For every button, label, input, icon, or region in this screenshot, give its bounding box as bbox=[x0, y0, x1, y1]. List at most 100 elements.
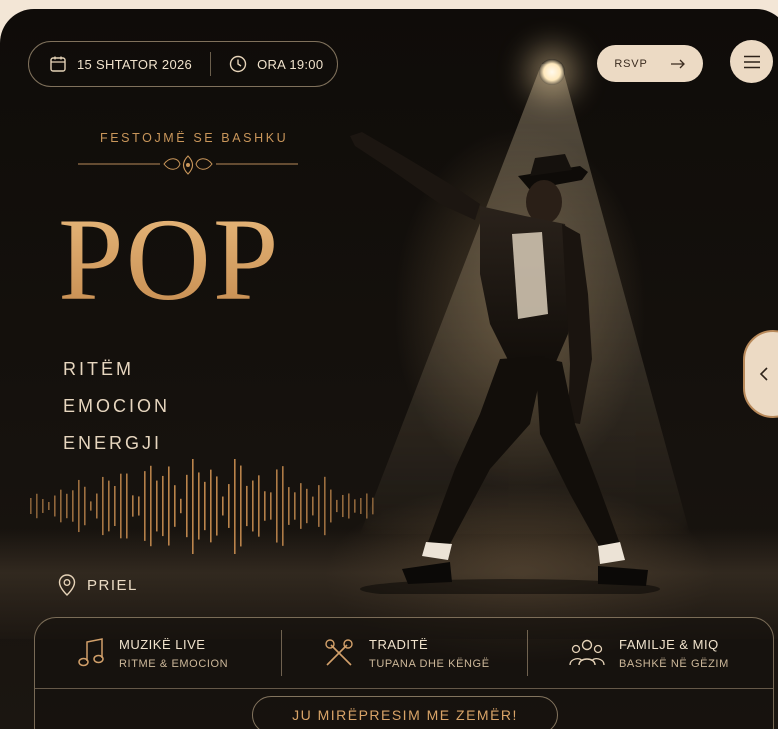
sound-wave-bar bbox=[234, 459, 236, 554]
welcome-button[interactable]: JU MIRËPRESIM ME ZEMËR! bbox=[252, 696, 558, 729]
hero-word: RITËM bbox=[63, 359, 134, 379]
date-time-pill: 15 SHTATOR 2026 ORA 19:00 bbox=[28, 41, 338, 87]
hero-title: POP bbox=[58, 194, 281, 325]
sound-wave-bar bbox=[216, 476, 218, 536]
hero-kicker: FESTOJMË SE BASHKU bbox=[100, 131, 289, 145]
sound-wave-bar bbox=[126, 473, 128, 539]
panel-divider bbox=[35, 688, 773, 689]
side-collapse-tab[interactable] bbox=[743, 330, 778, 418]
sound-wave-bar bbox=[306, 488, 308, 524]
sound-wave-bar bbox=[252, 480, 254, 532]
sound-wave-bar bbox=[90, 501, 92, 511]
sound-wave-bar bbox=[336, 499, 338, 513]
feature-family: FAMILJE & MIQ BASHKË NË GËZIM bbox=[527, 618, 773, 688]
sound-wave-bar bbox=[204, 481, 206, 531]
map-pin-icon bbox=[58, 574, 76, 596]
sound-wave-bar bbox=[108, 480, 110, 532]
feature-title: MUZIKË LIVE bbox=[119, 636, 206, 652]
sound-wave-bar bbox=[186, 474, 188, 538]
sound-wave-bar bbox=[162, 475, 164, 537]
sound-wave-bar bbox=[84, 486, 86, 526]
spotlight-lamp bbox=[539, 59, 565, 85]
menu-button[interactable] bbox=[730, 40, 773, 83]
location-label: PRIEL bbox=[87, 576, 138, 594]
chevron-left-icon bbox=[759, 367, 768, 381]
sound-wave-bar bbox=[66, 493, 68, 519]
sound-wave-bar bbox=[48, 502, 50, 510]
drumsticks-icon bbox=[325, 639, 353, 666]
sound-wave-bar bbox=[366, 493, 368, 519]
sound-wave-bar bbox=[180, 498, 182, 514]
hero-words: RITËM EMOCION ENERGJI bbox=[63, 351, 170, 462]
clock-icon bbox=[229, 55, 247, 73]
sound-wave-bar bbox=[270, 492, 272, 520]
sound-wave-bar bbox=[138, 496, 140, 516]
ornament-divider bbox=[78, 155, 298, 175]
feature-subtitle: TUPANA DHE KËNGË bbox=[369, 657, 490, 670]
sound-wave-bar bbox=[54, 495, 56, 517]
sound-wave-bar bbox=[330, 489, 332, 523]
sound-wave-bar bbox=[294, 492, 296, 520]
feature-tradition: TRADITË TUPANA DHE KËNGË bbox=[281, 618, 527, 688]
sound-wave-bar bbox=[192, 459, 194, 554]
hero-word: ENERGJI bbox=[63, 433, 163, 453]
sound-wave-bar bbox=[168, 466, 170, 546]
sound-wave-bar bbox=[96, 493, 98, 519]
sound-wave-bar bbox=[144, 471, 146, 541]
sound-wave-graphic bbox=[30, 459, 374, 554]
music-note-icon bbox=[78, 638, 104, 667]
sound-wave-bar bbox=[324, 476, 326, 536]
sound-wave-bar bbox=[276, 469, 278, 543]
hero-word: EMOCION bbox=[63, 396, 171, 416]
sound-wave-bar bbox=[72, 490, 74, 522]
sound-wave-bar bbox=[222, 496, 224, 516]
sound-wave-bar bbox=[102, 476, 104, 536]
location-row: PRIEL bbox=[58, 574, 138, 596]
sound-wave-bar bbox=[120, 473, 122, 539]
event-time: ORA 19:00 bbox=[257, 56, 324, 72]
time-segment: ORA 19:00 bbox=[229, 55, 323, 73]
rsvp-label: RSVP bbox=[614, 57, 648, 70]
sound-wave-bar bbox=[42, 499, 44, 513]
sound-wave-bar bbox=[264, 491, 266, 521]
calendar-icon bbox=[50, 56, 66, 72]
feature-title: TRADITË bbox=[369, 636, 429, 652]
date-segment: 15 SHTATOR 2026 bbox=[49, 55, 192, 73]
pill-divider bbox=[210, 52, 212, 76]
sound-wave-bar bbox=[114, 486, 116, 526]
rsvp-button[interactable]: RSVP bbox=[597, 45, 703, 82]
feature-subtitle: RITME & EMOCION bbox=[119, 657, 229, 670]
feature-text: FAMILJE & MIQ BASHKË NË GËZIM bbox=[619, 637, 729, 670]
sound-wave-bar bbox=[30, 498, 32, 514]
sound-wave-bar bbox=[312, 496, 314, 516]
feature-title: FAMILJE & MIQ bbox=[619, 636, 719, 652]
sound-wave-bar bbox=[228, 484, 230, 528]
sound-wave-bar bbox=[300, 483, 302, 529]
event-date: 15 SHTATOR 2026 bbox=[77, 56, 193, 72]
sound-wave-bar bbox=[198, 472, 200, 540]
features-row: MUZIKË LIVE RITME & EMOCION TRADITË TUPA… bbox=[35, 618, 773, 688]
feature-text: MUZIKË LIVE RITME & EMOCION bbox=[119, 637, 228, 670]
sound-wave-bar bbox=[318, 485, 320, 527]
sound-wave-bar bbox=[174, 485, 176, 527]
sound-wave-bar bbox=[210, 469, 212, 543]
sound-wave-bar bbox=[36, 493, 38, 519]
sound-wave-bar bbox=[258, 475, 260, 537]
sound-wave-bar bbox=[342, 494, 344, 518]
sound-wave-bar bbox=[60, 489, 62, 523]
sound-wave-bar bbox=[360, 498, 362, 514]
sound-wave-bar bbox=[354, 499, 356, 513]
sound-wave-bar bbox=[246, 485, 248, 527]
sound-wave-bar bbox=[78, 479, 80, 533]
sound-wave-bar bbox=[240, 465, 242, 547]
feature-live-music: MUZIKË LIVE RITME & EMOCION bbox=[35, 618, 281, 688]
dancer-illustration bbox=[350, 132, 660, 594]
feature-subtitle: BASHKË NË GËZIM bbox=[619, 657, 729, 670]
sound-wave-bar bbox=[288, 487, 290, 525]
sound-wave-bar bbox=[156, 480, 158, 532]
sound-wave-bar bbox=[150, 465, 152, 547]
features-panel: MUZIKË LIVE RITME & EMOCION TRADITË TUPA… bbox=[34, 617, 774, 729]
arrow-right-icon bbox=[670, 59, 685, 68]
feature-text: TRADITË TUPANA DHE KËNGË bbox=[369, 637, 490, 670]
sound-wave-bar bbox=[348, 493, 350, 519]
